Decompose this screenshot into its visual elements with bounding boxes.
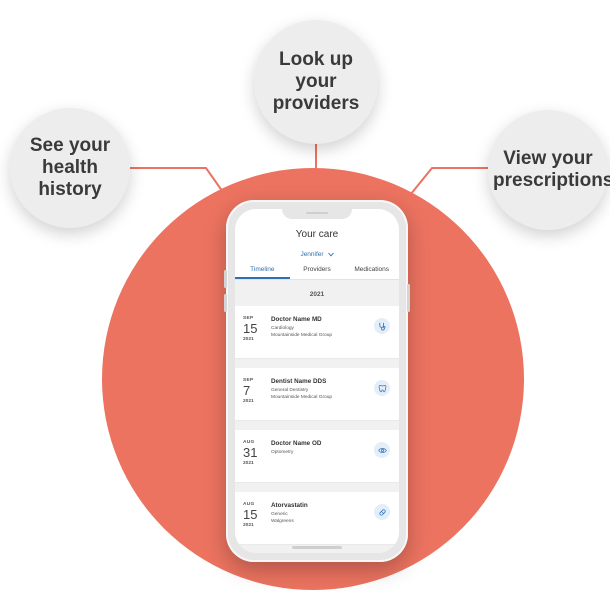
tab-medications[interactable]: Medications bbox=[344, 261, 399, 279]
callout-text-prescriptions: View your prescriptions bbox=[493, 148, 610, 191]
stethoscope-icon bbox=[374, 318, 390, 334]
entry-date: SEP 7 2021 bbox=[243, 378, 263, 404]
entry-year: 2021 bbox=[243, 337, 254, 342]
user-selector-label: Jennifer bbox=[300, 250, 324, 258]
callout-text-providers: Look up your providers bbox=[272, 49, 360, 114]
phone-screen: Your care Jennifer Timeline Providers Me… bbox=[235, 209, 399, 553]
callout-bubble-prescriptions: View your prescriptions bbox=[488, 110, 610, 230]
phone-notch bbox=[282, 209, 352, 219]
user-selector[interactable]: Jennifer bbox=[235, 249, 399, 259]
timeline-entry[interactable]: AUG 15 2021 Atorvastatin Generic Walgree… bbox=[235, 492, 399, 544]
entry-group: Mountainside Medical Group bbox=[271, 333, 333, 338]
timeline-entry[interactable]: SEP 7 2021 Dentist Name DDS General Dent… bbox=[235, 368, 399, 420]
pill-icon bbox=[374, 504, 390, 520]
entry-day: 31 bbox=[243, 445, 258, 460]
callout-bubble-providers: Look up your providers bbox=[254, 20, 378, 144]
app-title: Your care bbox=[295, 229, 339, 240]
entry-date: AUG 31 2021 bbox=[243, 440, 263, 466]
entry-day: 7 bbox=[243, 383, 251, 398]
entry-name: Doctor Name MD bbox=[271, 316, 322, 323]
chevron-down-icon bbox=[327, 252, 334, 256]
callout-bubble-health-history: See your health history bbox=[10, 108, 130, 228]
entry-name: Dentist Name DDS bbox=[271, 378, 327, 385]
home-indicator[interactable] bbox=[292, 546, 342, 549]
entry-info: Doctor Name OD Optometry bbox=[271, 440, 381, 457]
tab-bar: Timeline Providers Medications bbox=[235, 261, 399, 280]
entry-info: Doctor Name MD Cardiology Mountainside M… bbox=[271, 316, 381, 338]
entry-name: Doctor Name OD bbox=[271, 440, 322, 447]
entry-specialty: Cardiology bbox=[271, 326, 294, 331]
callout-text-health-history: See your health history bbox=[29, 135, 111, 200]
entry-specialty: Optometry bbox=[271, 450, 294, 455]
app-header: Your care Jennifer Timeline Providers Me… bbox=[235, 209, 399, 280]
entry-group: Walgreens bbox=[271, 519, 294, 524]
entry-year: 2021 bbox=[243, 523, 254, 528]
entry-day: 15 bbox=[243, 507, 258, 522]
entry-info: Dentist Name DDS General Dentistry Mount… bbox=[271, 378, 381, 400]
timeline-entry[interactable]: AUG 31 2021 Doctor Name OD Optometry bbox=[235, 430, 399, 482]
phone-side-button-power bbox=[407, 284, 410, 312]
phone-side-button-volume-up bbox=[224, 270, 227, 288]
eye-icon bbox=[374, 442, 390, 458]
tab-providers[interactable]: Providers bbox=[290, 261, 345, 279]
entry-year: 2021 bbox=[243, 399, 254, 404]
tooth-icon bbox=[374, 380, 390, 396]
entry-year: 2021 bbox=[243, 461, 254, 466]
entry-group: Mountainside Medical Group bbox=[271, 395, 333, 400]
entry-date: SEP 15 2021 bbox=[243, 316, 263, 342]
phone-side-button-volume-down bbox=[224, 294, 227, 312]
entry-info: Atorvastatin Generic Walgreens bbox=[271, 502, 381, 524]
entry-day: 15 bbox=[243, 321, 258, 336]
entry-name: Atorvastatin bbox=[271, 502, 308, 509]
timeline-entry[interactable]: SEP 15 2021 Doctor Name MD Cardiology Mo… bbox=[235, 306, 399, 358]
phone-mockup: Your care Jennifer Timeline Providers Me… bbox=[224, 200, 410, 562]
entry-specialty: General Dentistry bbox=[271, 388, 309, 393]
entry-date: AUG 15 2021 bbox=[243, 502, 263, 528]
entry-specialty: Generic bbox=[271, 512, 288, 517]
tab-timeline[interactable]: Timeline bbox=[235, 261, 290, 279]
year-header: 2021 bbox=[309, 291, 325, 298]
